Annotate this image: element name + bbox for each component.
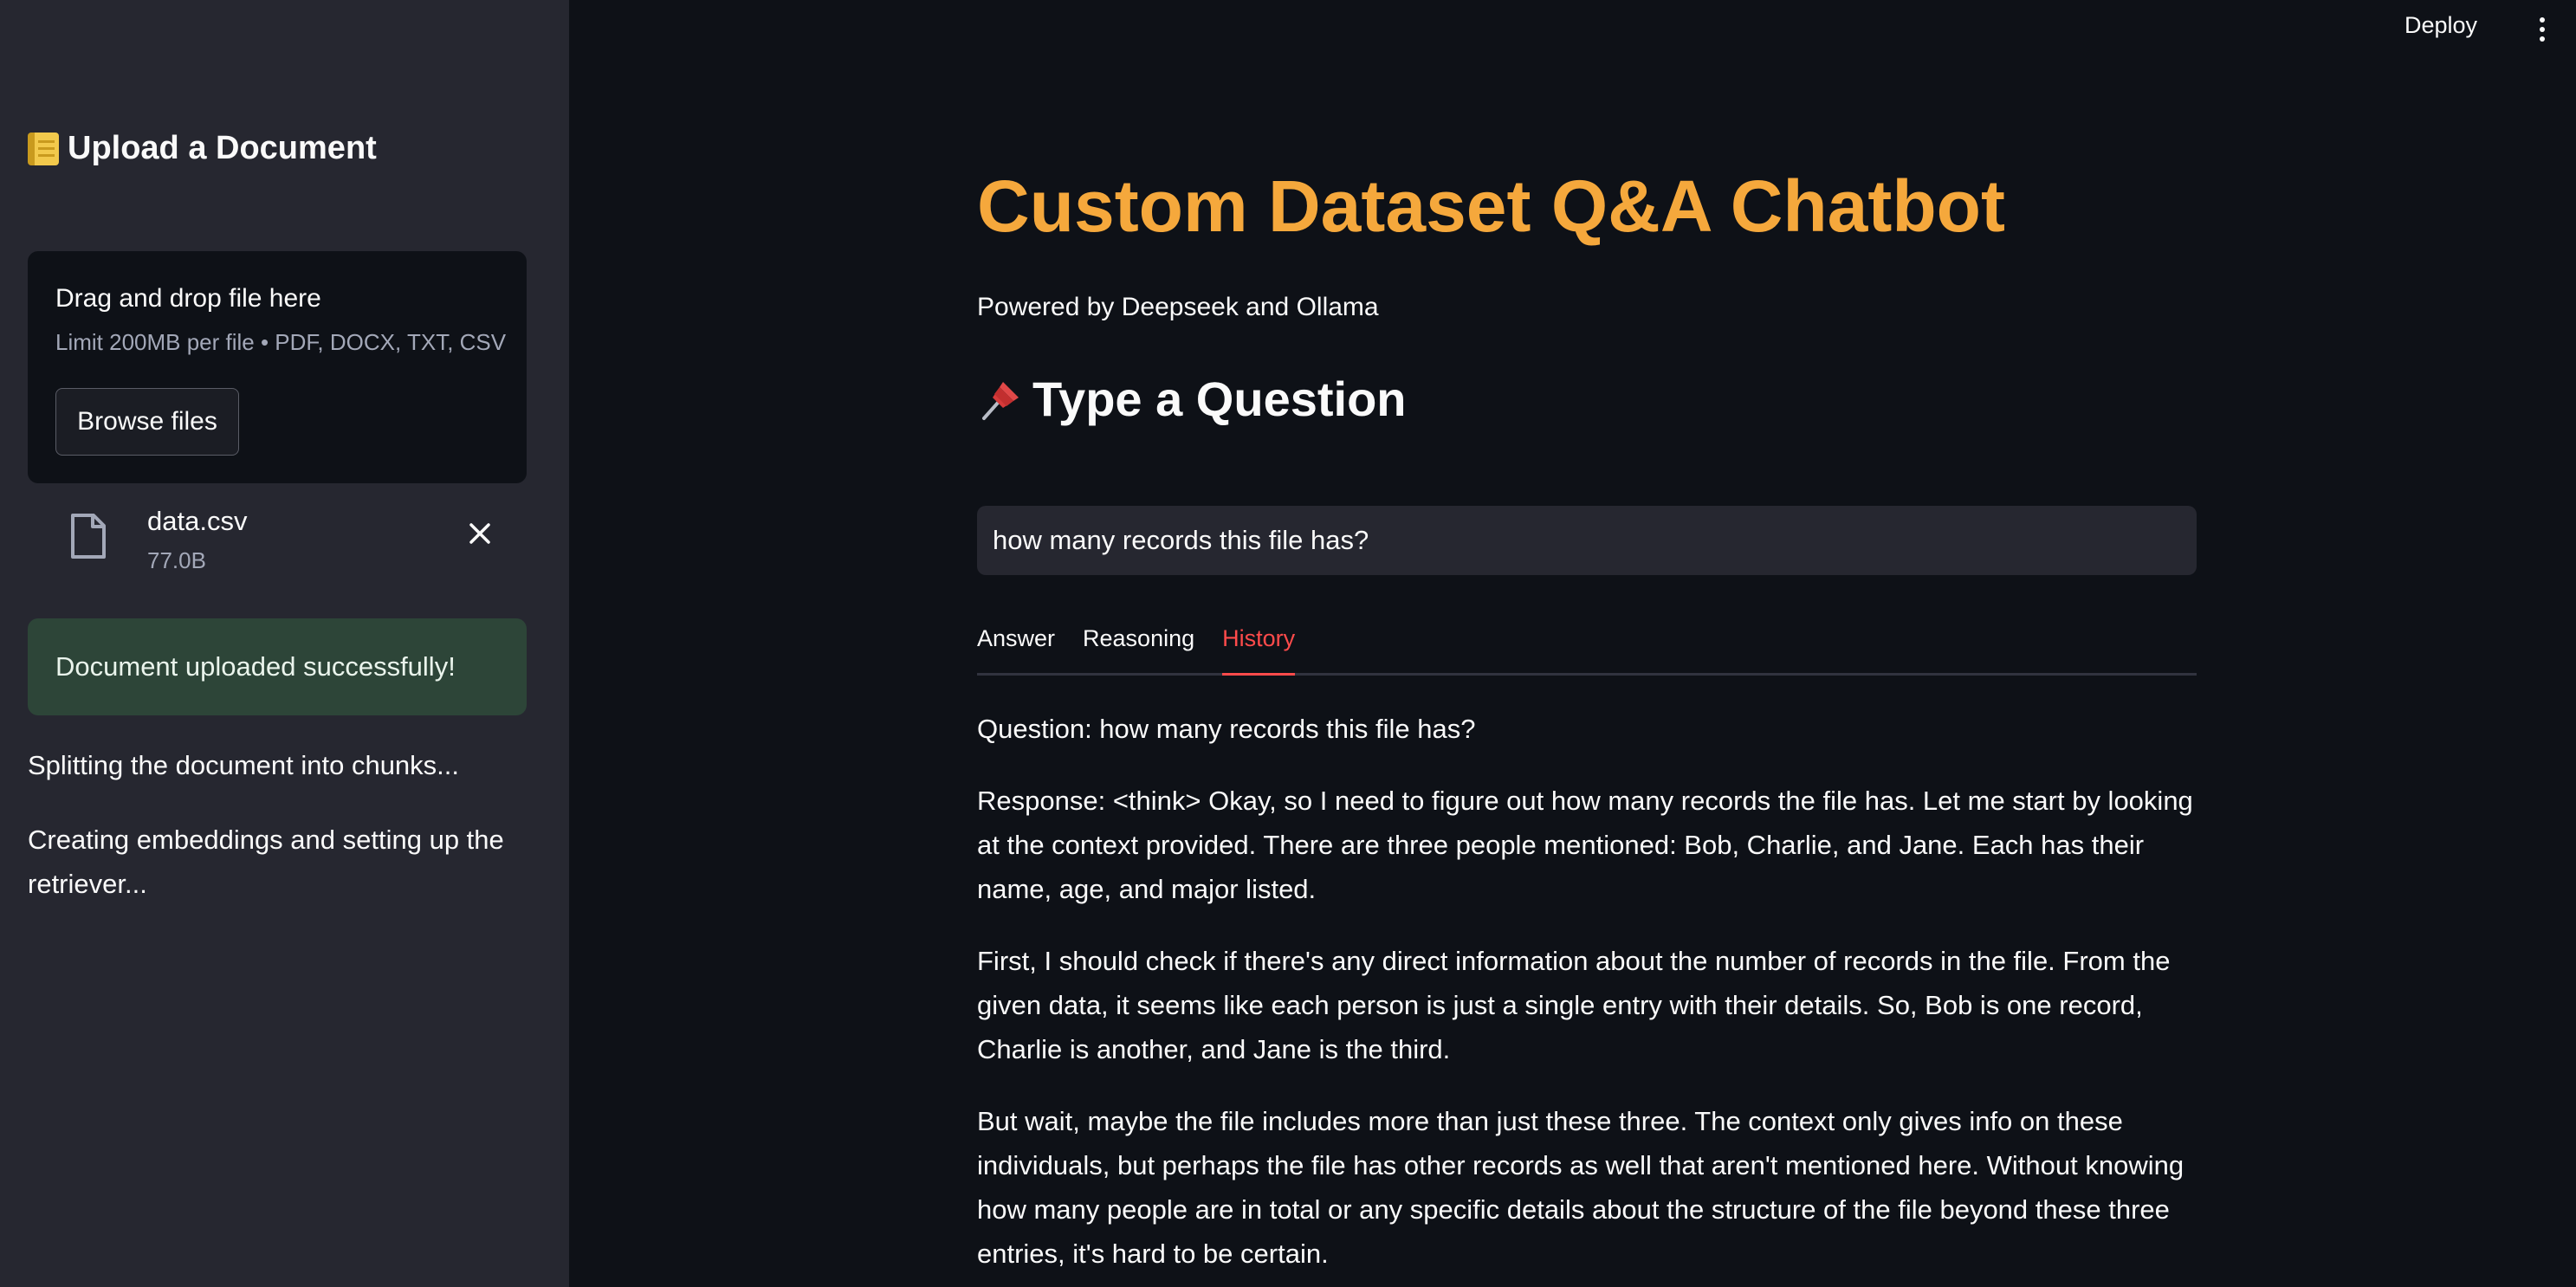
file-name: data.csv xyxy=(147,506,248,536)
uploaded-file-row: data.csv 77.0B xyxy=(28,502,527,580)
close-icon xyxy=(469,523,490,544)
history-response-paragraph: First, I should check if there's any dir… xyxy=(977,946,2171,1064)
result-tabs: Answer Reasoning History xyxy=(977,620,2197,676)
history-response-paragraph: Response: <think> Okay, so I need to fig… xyxy=(977,786,2193,904)
deploy-button[interactable]: Deploy xyxy=(2404,12,2477,39)
page-subtitle: Powered by Deepseek and Ollama xyxy=(977,293,1379,321)
kebab-dot xyxy=(2540,17,2545,23)
pushpin-icon xyxy=(982,381,1019,420)
file-icon xyxy=(71,514,106,559)
success-alert: Document uploaded successfully! xyxy=(28,618,527,715)
dropzone-title: Drag and drop file here xyxy=(55,284,321,313)
kebab-dot xyxy=(2540,27,2545,32)
file-uploader-dropzone[interactable]: Drag and drop file here Limit 200MB per … xyxy=(28,251,527,483)
notebook-icon xyxy=(28,132,59,165)
tab-answer[interactable]: Answer xyxy=(977,620,1055,673)
section-heading: Type a Question xyxy=(977,371,1406,427)
dropzone-limit: Limit 200MB per file • PDF, DOCX, TXT, C… xyxy=(55,329,507,355)
browse-files-button[interactable]: Browse files xyxy=(55,388,239,456)
remove-file-button[interactable] xyxy=(461,514,499,553)
question-input[interactable] xyxy=(977,506,2197,575)
sidebar: Upload a Document Drag and drop file her… xyxy=(0,0,569,1287)
sidebar-title-text: Upload a Document xyxy=(68,130,377,166)
page-title: Custom Dataset Q&A Chatbot xyxy=(977,165,2005,247)
sidebar-title: Upload a Document xyxy=(28,130,377,167)
kebab-menu-icon[interactable] xyxy=(2529,12,2555,47)
history-question: Question: how many records this file has… xyxy=(977,714,1476,744)
status-text-splitting: Splitting the document into chunks... xyxy=(28,750,460,780)
app-root: Upload a Document Drag and drop file her… xyxy=(0,0,2576,1287)
kebab-dot xyxy=(2540,36,2545,42)
tab-history[interactable]: History xyxy=(1222,620,1296,676)
history-panel: Question: how many records this file has… xyxy=(977,707,2197,1287)
history-response-paragraph: But wait, maybe the file includes more t… xyxy=(977,1106,2184,1269)
file-size: 77.0B xyxy=(147,547,206,573)
tab-reasoning[interactable]: Reasoning xyxy=(1083,620,1194,673)
status-text-embeddings: Creating embeddings and setting up the r… xyxy=(28,825,504,899)
section-heading-text: Type a Question xyxy=(1032,372,1407,426)
